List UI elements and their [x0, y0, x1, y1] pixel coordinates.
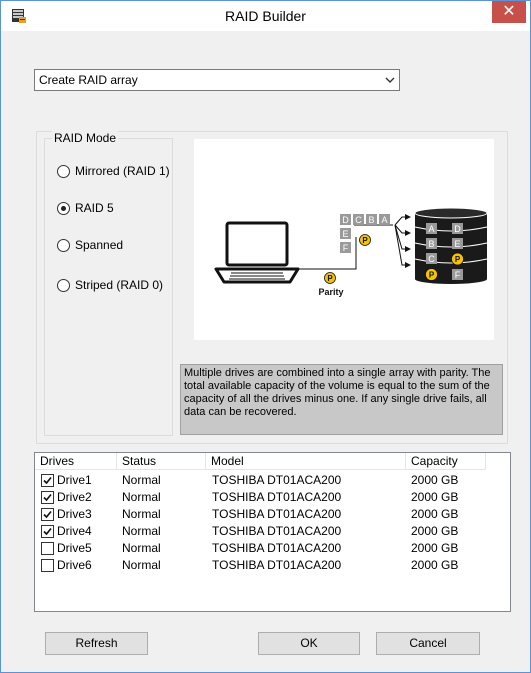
disk-block: D — [454, 224, 461, 234]
checkmark-icon — [43, 527, 52, 536]
drive-capacity: 2000 GB — [411, 490, 459, 504]
disk-parity-marker: P — [455, 255, 461, 264]
disk-block: E — [454, 239, 460, 249]
drive-name: Drive3 — [57, 507, 92, 521]
dialog-body: Create RAID array RAID Mode Mirrored (RA… — [8, 31, 523, 665]
raid-description: Multiple drives are combined into a sing… — [180, 364, 503, 435]
laptop-icon — [214, 221, 300, 284]
drive-model: TOSHIBA DT01ACA200 — [212, 558, 342, 572]
drive-checkbox[interactable] — [41, 542, 54, 555]
drive-status: Normal — [122, 507, 161, 521]
radio-label: Mirrored (RAID 1) — [75, 164, 170, 178]
incoming-block: D — [342, 215, 349, 225]
drive-name: Drive4 — [57, 524, 92, 538]
drive-model: TOSHIBA DT01ACA200 — [212, 473, 342, 487]
drive-status: Normal — [122, 541, 161, 555]
refresh-button[interactable]: Refresh — [45, 632, 148, 655]
radio-button[interactable] — [57, 239, 70, 252]
drive-status: Normal — [122, 558, 161, 572]
disk-block: F — [455, 270, 461, 280]
radio-label: Striped (RAID 0) — [75, 278, 164, 292]
parity-marker: P — [362, 236, 368, 245]
drive-capacity: 2000 GB — [411, 524, 459, 538]
raid-diagram: D C B A E F P P Parity A D B E C F P P — [194, 139, 494, 340]
incoming-block: C — [355, 215, 362, 225]
parity-marker: P — [327, 274, 333, 283]
drive-model: TOSHIBA DT01ACA200 — [212, 524, 342, 538]
radio-selected-dot — [61, 206, 66, 211]
radio-button[interactable] — [57, 165, 70, 178]
raid-mode-legend: RAID Mode — [52, 131, 119, 145]
drive-name: Drive1 — [57, 473, 92, 487]
drive-checkbox[interactable] — [41, 474, 54, 487]
chevron-down-icon — [385, 77, 395, 83]
disk-block: A — [428, 224, 434, 234]
table-row[interactable]: Drive2 Normal TOSHIBA DT01ACA200 2000 GB — [35, 489, 510, 506]
column-header-drives[interactable]: Drives — [35, 453, 117, 470]
raid-builder-window: RAID Builder ✕ Create RAID array RAID Mo… — [0, 0, 531, 673]
checkmark-icon — [43, 476, 52, 485]
radio-label: Spanned — [75, 238, 124, 252]
drive-checkbox[interactable] — [41, 525, 54, 538]
table-row[interactable]: Drive6 Normal TOSHIBA DT01ACA200 2000 GB — [35, 557, 510, 574]
table-row[interactable]: Drive1 Normal TOSHIBA DT01ACA200 2000 GB — [35, 472, 510, 489]
drive-checkbox[interactable] — [41, 508, 54, 521]
ok-button[interactable]: OK — [258, 632, 360, 655]
radio-button[interactable] — [57, 202, 70, 215]
checkmark-icon — [43, 493, 52, 502]
drive-model: TOSHIBA DT01ACA200 — [212, 541, 342, 555]
checkmark-icon — [43, 510, 52, 519]
close-button[interactable]: ✕ — [492, 1, 526, 23]
drive-capacity: 2000 GB — [411, 473, 459, 487]
drives-table[interactable]: Drives Status Model Capacity Drive1 Norm… — [34, 452, 511, 612]
table-row[interactable]: Drive3 Normal TOSHIBA DT01ACA200 2000 GB — [35, 506, 510, 523]
drive-status: Normal — [122, 490, 161, 504]
drive-capacity: 2000 GB — [411, 507, 459, 521]
disk-block: C — [428, 254, 435, 264]
drive-name: Drive5 — [57, 541, 92, 555]
radio-button[interactable] — [57, 279, 70, 292]
window-title: RAID Builder — [225, 8, 306, 24]
action-dropdown[interactable]: Create RAID array — [34, 69, 400, 91]
incoming-block: A — [381, 215, 387, 225]
disk-block: B — [428, 239, 434, 249]
column-header-model[interactable]: Model — [206, 453, 406, 470]
cancel-button[interactable]: Cancel — [376, 632, 480, 655]
drive-name: Drive2 — [57, 490, 92, 504]
drive-checkbox[interactable] — [41, 491, 54, 504]
disk-parity-marker: P — [429, 271, 435, 280]
stack-block: F — [343, 243, 349, 253]
title-bar: RAID Builder ✕ — [1, 1, 530, 31]
action-dropdown-value: Create RAID array — [39, 73, 138, 87]
parity-label: Parity — [318, 287, 343, 297]
drive-status: Normal — [122, 524, 161, 538]
stack-block: E — [342, 229, 348, 239]
drive-name: Drive6 — [57, 558, 92, 572]
drive-model: TOSHIBA DT01ACA200 — [212, 490, 342, 504]
table-row[interactable]: Drive5 Normal TOSHIBA DT01ACA200 2000 GB — [35, 540, 510, 557]
drive-capacity: 2000 GB — [411, 558, 459, 572]
radio-label: RAID 5 — [75, 201, 114, 215]
drive-checkbox[interactable] — [41, 559, 54, 572]
drive-model: TOSHIBA DT01ACA200 — [212, 507, 342, 521]
drive-capacity: 2000 GB — [411, 541, 459, 555]
column-header-capacity[interactable]: Capacity — [406, 453, 486, 470]
column-header-status[interactable]: Status — [117, 453, 206, 470]
drive-status: Normal — [122, 473, 161, 487]
incoming-block: B — [368, 215, 374, 225]
raid5-illustration: D C B A E F P P Parity A D B E C F P P — [214, 207, 488, 297]
table-row[interactable]: Drive4 Normal TOSHIBA DT01ACA200 2000 GB — [35, 523, 510, 540]
